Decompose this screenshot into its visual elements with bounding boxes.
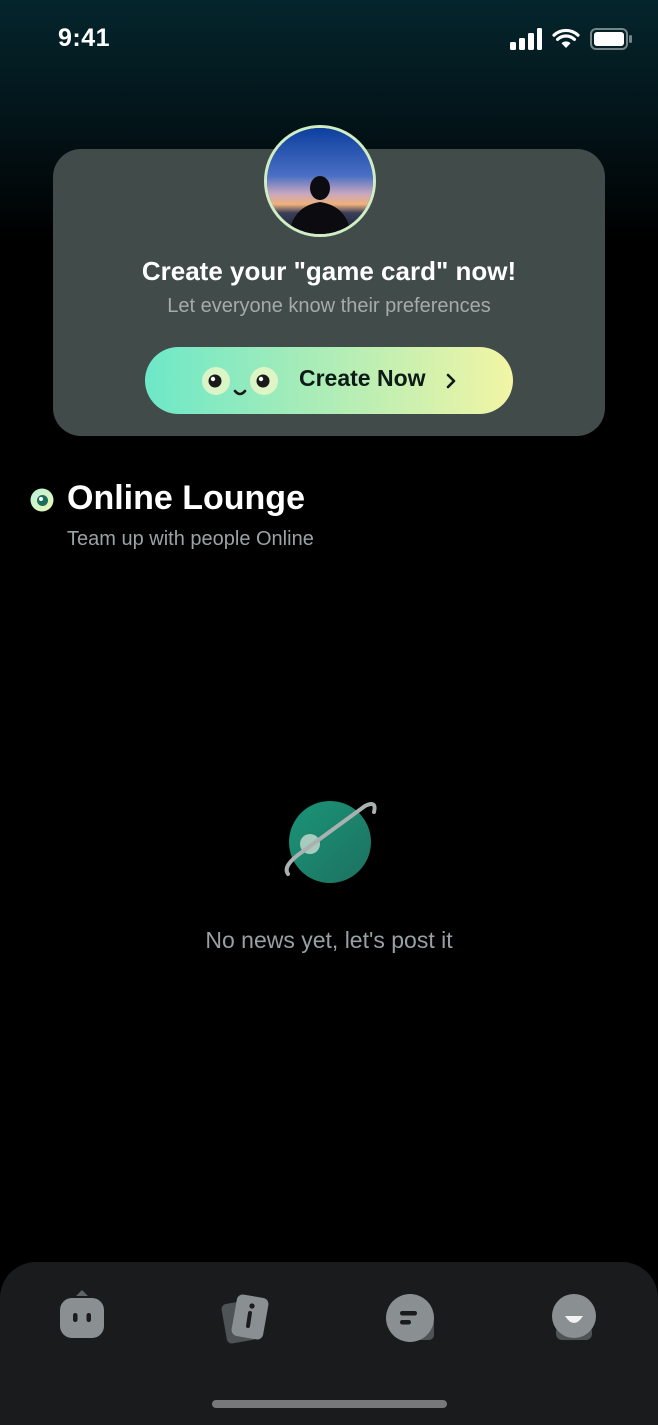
empty-state-message: No news yet, let's post it (205, 927, 453, 953)
message-icon (386, 1294, 434, 1342)
avatar-image (267, 128, 373, 234)
battery-icon (590, 28, 632, 50)
avatar[interactable] (264, 125, 376, 237)
status-bar: 9:41 (0, 0, 658, 82)
online-eye-icon (30, 488, 54, 512)
tab-cards[interactable] (216, 1288, 276, 1348)
card-subtitle: Let everyone know their preferences (167, 295, 491, 317)
bottom-tab-bar (0, 1262, 658, 1425)
home-indicator (212, 1400, 447, 1408)
section-subtitle: Team up with people Online (67, 528, 314, 550)
status-icons (510, 28, 632, 50)
tab-home[interactable] (52, 1288, 112, 1348)
create-now-label: Create Now (299, 365, 426, 391)
cards-info-icon (221, 1294, 269, 1344)
wifi-icon (552, 28, 580, 48)
tab-messages[interactable] (380, 1288, 440, 1348)
tab-profile[interactable] (544, 1288, 604, 1348)
cellular-signal-icon (510, 28, 542, 50)
mascot-eyes-icon (202, 367, 278, 396)
planet-icon (284, 801, 377, 883)
robot-icon (60, 1290, 104, 1338)
card-title: Create your "game card" now! (141, 256, 517, 286)
create-now-button[interactable]: Create Now (145, 347, 513, 414)
profile-smile-icon (552, 1294, 596, 1340)
chevron-right-icon (446, 373, 456, 389)
section-title: Online Lounge (67, 479, 305, 517)
status-time: 9:41 (58, 24, 111, 52)
